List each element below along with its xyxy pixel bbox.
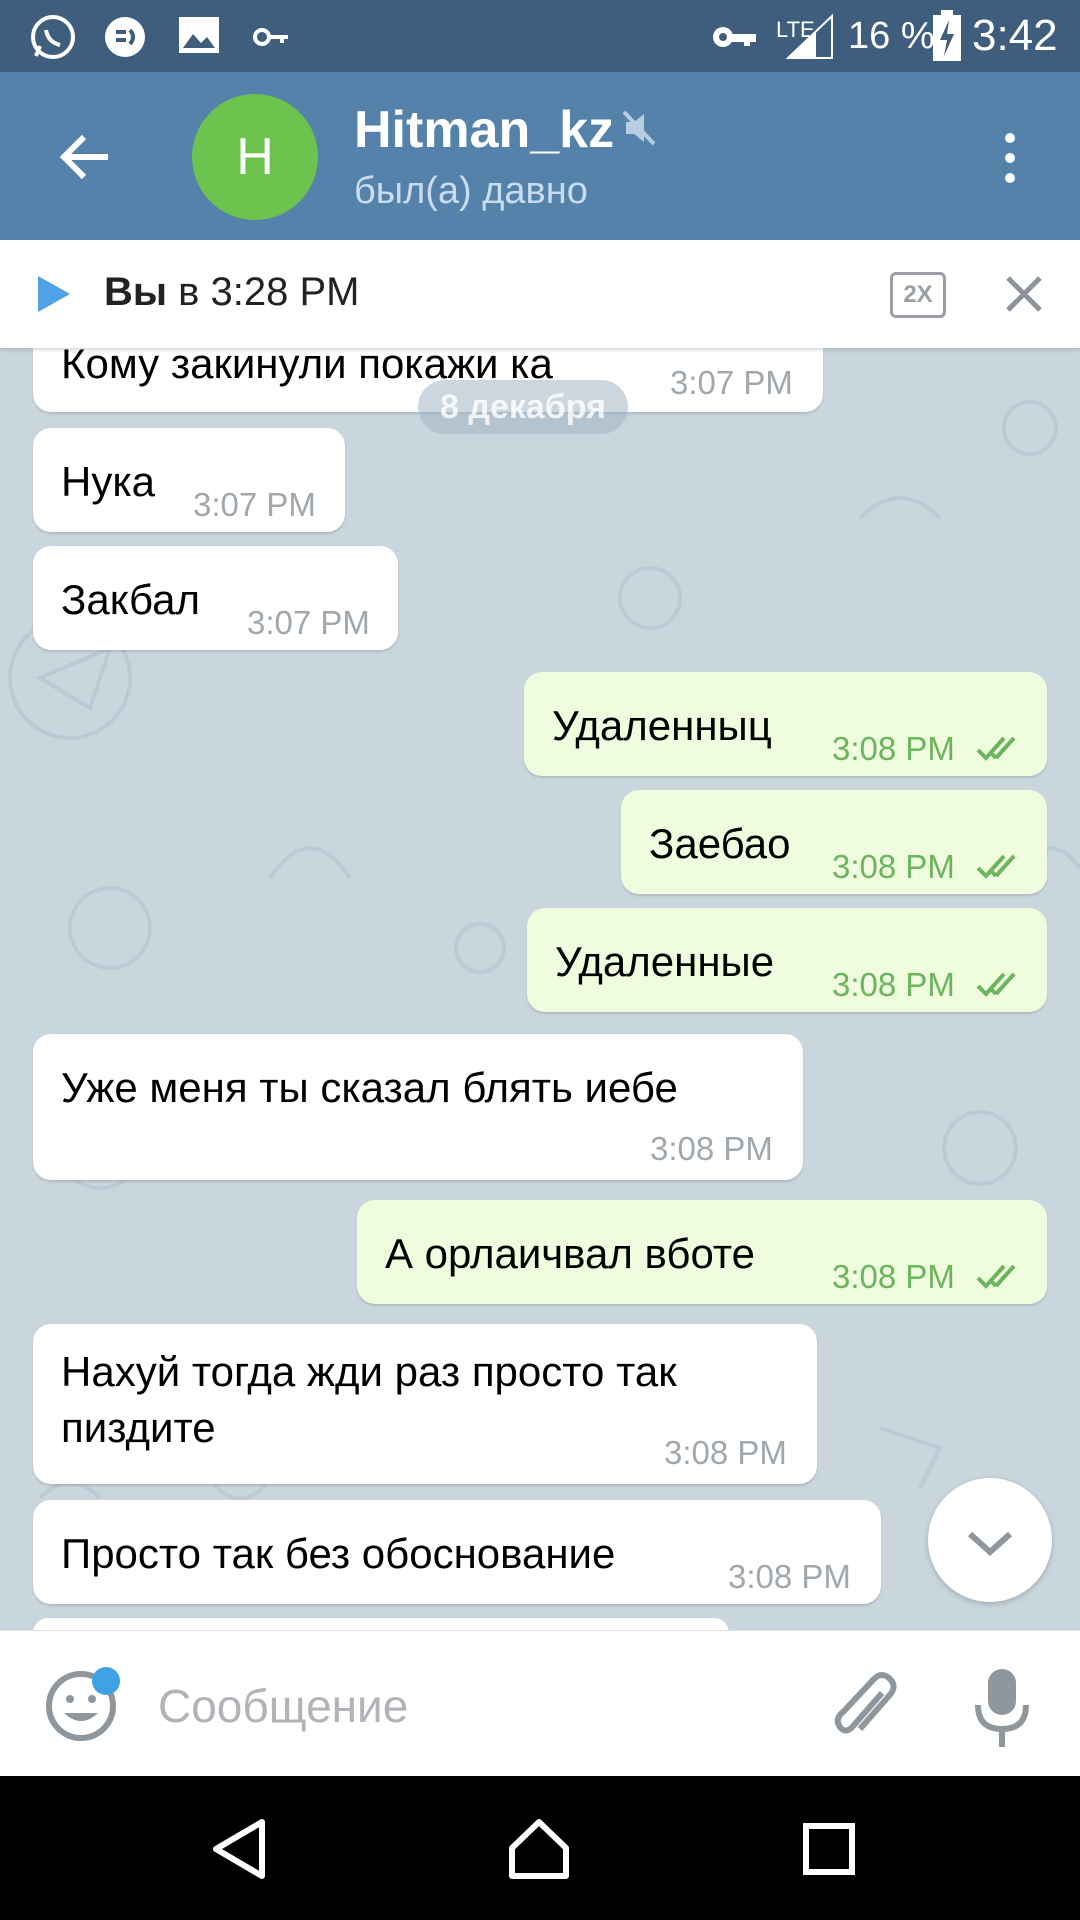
message-list[interactable]: Кому закинули покажи ка 3:07 PM 8 декабр… (0, 348, 1080, 1630)
message-time: 3:08 PM (832, 848, 955, 885)
message-input[interactable] (156, 1667, 800, 1745)
gallery-icon (179, 17, 219, 53)
player-author: Вы (104, 270, 168, 314)
message-time: 3:07 PM (247, 604, 370, 641)
message-bubble-outgoing[interactable]: Удаленные 3:08 PM (527, 908, 1047, 1012)
message-bubble-incoming[interactable]: Просто так без обоснование 3:08 PM (33, 1500, 881, 1604)
message-text: А орлаичвал вботе (385, 1230, 756, 1277)
navigation-bar (0, 1776, 1080, 1920)
clock: 3:42 (972, 11, 1058, 60)
signal-icon (786, 14, 833, 59)
more-options-icon[interactable] (990, 128, 1030, 188)
message-bubble-incoming[interactable]: Закбал 3:07 PM (33, 546, 398, 650)
play-icon[interactable] (34, 272, 74, 316)
chat-header: H Hitman_kz был(а) давно (0, 72, 1080, 240)
message-text-line-1: Нахуй тогда жди раз просто так (61, 1348, 677, 1395)
message-text-line-2: пиздите (61, 1404, 216, 1451)
message-text: Уже меня ты сказал блять иебе (61, 1064, 678, 1111)
message-time: 3:08 PM (832, 1258, 955, 1295)
scroll-to-bottom-button[interactable] (928, 1478, 1052, 1602)
battery-percent: 16 % (848, 15, 935, 57)
back-nav-icon[interactable] (208, 1816, 274, 1882)
read-double-check-icon (976, 854, 1016, 879)
read-double-check-icon (976, 736, 1016, 761)
message-bubble-outgoing[interactable]: Удаленныц 3:08 PM (524, 672, 1047, 776)
partial-message-bubble (33, 1618, 729, 1630)
mute-icon (622, 110, 656, 146)
player-info: Вы в 3:28 PM (104, 270, 360, 315)
message-text: Удаленные (555, 938, 775, 985)
key-icon (253, 28, 288, 46)
audio-player-bar[interactable]: Вы в 3:28 PM 2X (0, 240, 1080, 348)
message-text: Удаленныц (552, 702, 772, 749)
home-nav-icon[interactable] (506, 1816, 572, 1882)
back-arrow-icon[interactable] (50, 122, 120, 192)
recents-nav-icon[interactable] (796, 1816, 862, 1882)
date-separator: 8 декабря (418, 380, 628, 434)
battery-charging-icon (933, 10, 961, 61)
read-double-check-icon (976, 972, 1016, 997)
messenger-icon (105, 17, 145, 57)
message-text: Закбал (61, 576, 200, 623)
avatar[interactable]: H (192, 94, 318, 220)
message-time: 3:08 PM (650, 1130, 773, 1167)
message-text: Нука (61, 458, 155, 505)
message-time: 3:08 PM (832, 730, 955, 767)
microphone-icon[interactable] (974, 1667, 1030, 1749)
emoji-badge (92, 1667, 120, 1695)
message-bubble-outgoing[interactable]: Заебао 3:08 PM (621, 790, 1047, 894)
message-bubble-outgoing[interactable]: А орлаичвал вботе 3:08 PM (357, 1200, 1047, 1304)
message-text: Заебао (649, 820, 791, 867)
message-time: 3:07 PM (670, 364, 793, 401)
message-time: 3:08 PM (664, 1434, 787, 1471)
attach-icon[interactable] (830, 1669, 900, 1745)
message-time: 3:07 PM (193, 486, 316, 523)
message-time: 3:08 PM (832, 966, 955, 1003)
message-text: Просто так без обоснование (61, 1530, 616, 1577)
read-double-check-icon (976, 1264, 1016, 1289)
whatsapp-icon (31, 15, 75, 59)
message-bubble-incoming[interactable]: Нахуй тогда жди раз просто так пиздите 3… (33, 1324, 817, 1484)
playback-speed-button[interactable]: 2X (890, 272, 946, 318)
player-time: в 3:28 PM (178, 270, 360, 314)
message-time: 3:08 PM (728, 1558, 851, 1595)
message-bubble-incoming[interactable]: Уже меня ты сказал блять иебе 3:08 PM (33, 1034, 803, 1180)
vpn-key-icon (713, 27, 756, 47)
message-composer (0, 1630, 1080, 1777)
status-bar: LTE 16 % 3:42 (0, 0, 1080, 72)
message-bubble-incoming[interactable]: Нука 3:07 PM (33, 428, 345, 532)
chevron-down-icon (967, 1531, 1013, 1557)
chat-title[interactable]: Hitman_kz (354, 100, 614, 160)
last-seen-status: был(а) давно (354, 170, 588, 212)
close-icon[interactable] (1004, 274, 1044, 314)
